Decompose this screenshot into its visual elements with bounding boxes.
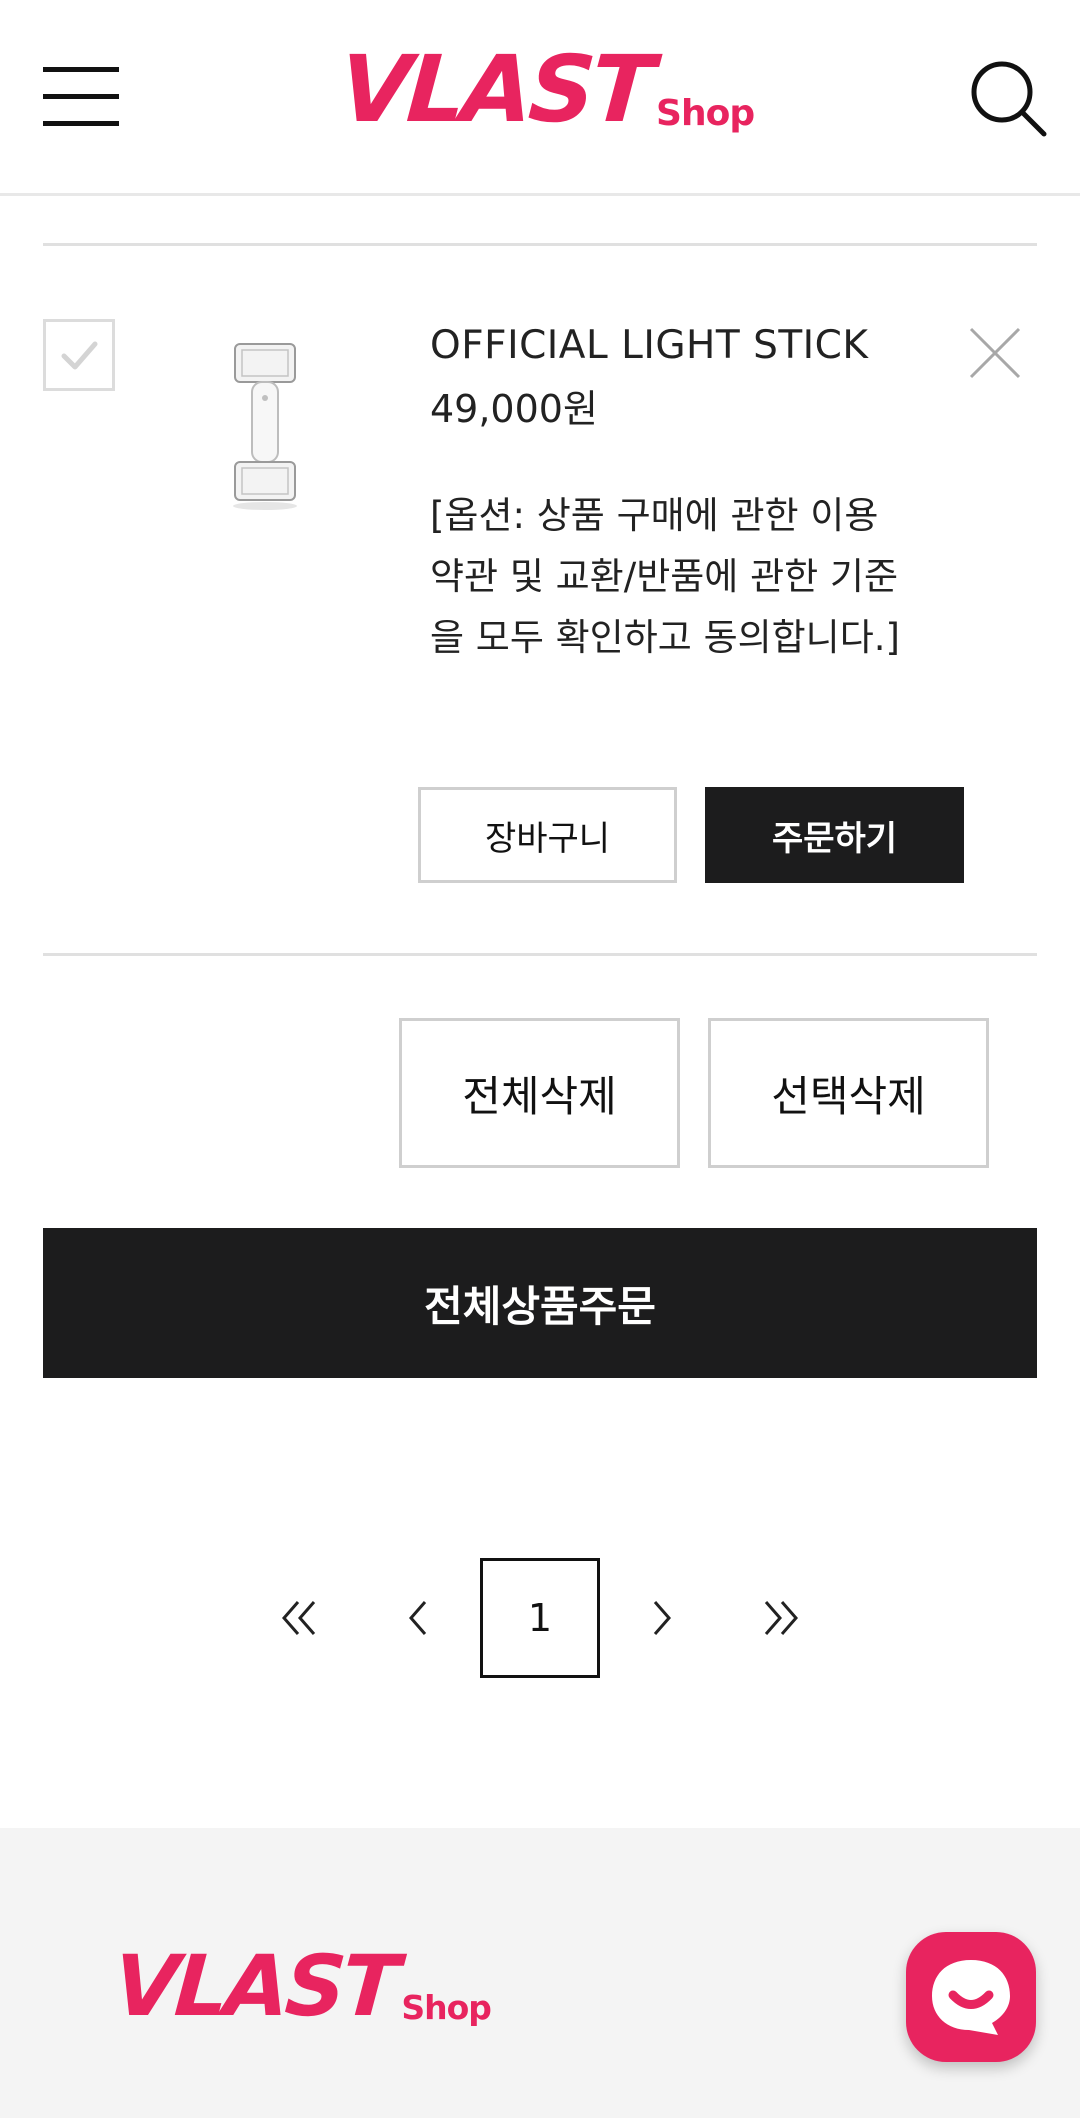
list-top-divider	[43, 243, 1037, 246]
product-price: 49,000원	[430, 387, 598, 431]
double-chevron-right-icon[interactable]	[750, 1588, 810, 1648]
delete-all-button[interactable]: 전체삭제	[399, 1018, 680, 1168]
product-option-text: [옵션: 상품 구매에 관한 이용약관 및 교환/반품에 관한 기준을 모두 확…	[430, 494, 900, 659]
page-number-current[interactable]: 1	[480, 1558, 600, 1678]
item-select-checkbox[interactable]	[43, 319, 115, 391]
footer-logo-shop-label: Shop	[401, 1988, 492, 2027]
logo-shop-label: Shop	[656, 93, 755, 134]
product-thumbnail[interactable]	[190, 322, 340, 532]
checkmark-icon	[61, 341, 98, 370]
delete-selected-button[interactable]: 선택삭제	[708, 1018, 989, 1168]
footer-logo-wordmark: VLAST	[110, 1937, 399, 2035]
chevron-left-icon[interactable]	[389, 1588, 449, 1648]
logo-wordmark: VLAST	[336, 36, 654, 143]
close-icon[interactable]	[968, 326, 1022, 380]
double-chevron-left-icon[interactable]	[270, 1588, 330, 1648]
order-all-button[interactable]: 전체상품주문	[43, 1228, 1037, 1378]
search-icon[interactable]	[968, 58, 1048, 138]
order-item-button[interactable]: 주문하기	[705, 787, 964, 883]
hamburger-menu-icon[interactable]	[43, 64, 119, 128]
chevron-right-icon[interactable]	[631, 1588, 691, 1648]
add-to-cart-button[interactable]: 장바구니	[418, 787, 677, 883]
list-bottom-divider	[43, 953, 1037, 956]
footer-vlast-shop-logo[interactable]: VLAST Shop	[110, 1937, 492, 2035]
vlast-shop-logo[interactable]: VLAST Shop	[336, 36, 755, 143]
site-header: VLAST Shop	[0, 0, 1080, 196]
chat-bubble-icon[interactable]	[906, 1932, 1036, 2062]
product-name[interactable]: OFFICIAL LIGHT STICK	[430, 320, 869, 372]
